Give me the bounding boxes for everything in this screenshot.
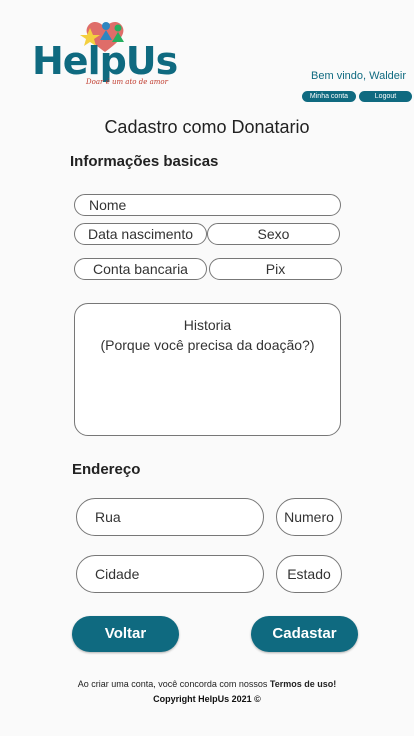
bank-account-input[interactable]: Conta bancaria xyxy=(74,258,207,280)
state-input[interactable]: Estado xyxy=(276,555,342,593)
submit-button[interactable]: Cadastar xyxy=(251,616,358,652)
number-input[interactable]: Numero xyxy=(276,498,342,536)
birthdate-input[interactable]: Data nascimento xyxy=(74,223,207,245)
basic-info-heading: Informações basicas xyxy=(70,153,219,170)
city-input[interactable]: Cidade xyxy=(76,555,264,593)
history-label: Historia xyxy=(183,317,232,333)
my-account-button[interactable]: Minha conta xyxy=(302,91,356,102)
terms-link[interactable]: Termos de uso! xyxy=(270,679,336,689)
logo-tagline: Doar é um ato de amor xyxy=(86,78,168,86)
logo-text: HelpUs xyxy=(32,39,178,83)
address-heading: Endereço xyxy=(72,461,141,478)
street-input[interactable]: Rua xyxy=(76,498,264,536)
name-input[interactable]: Nome xyxy=(74,194,341,216)
terms-notice: Ao criar uma conta, você concorda com no… xyxy=(0,679,414,689)
logout-button[interactable]: Logout xyxy=(359,91,412,102)
sex-input[interactable]: Sexo xyxy=(207,223,340,245)
history-textarea[interactable]: Historia (Porque você precisa da doação?… xyxy=(74,303,341,436)
helpus-logo[interactable]: HelpUs Doar é um ato de amor xyxy=(30,18,180,88)
copyright-text: Copyright HelpUs 2021 © xyxy=(153,694,261,704)
history-hint: (Porque você precisa da doação?) xyxy=(100,337,315,353)
welcome-text: Bem vindo, Waldeir xyxy=(311,70,406,82)
pix-input[interactable]: Pix xyxy=(209,258,342,280)
page-title: Cadastro como Donatario xyxy=(104,117,310,137)
back-button[interactable]: Voltar xyxy=(72,616,179,652)
terms-prefix: Ao criar uma conta, você concorda com no… xyxy=(77,679,268,689)
